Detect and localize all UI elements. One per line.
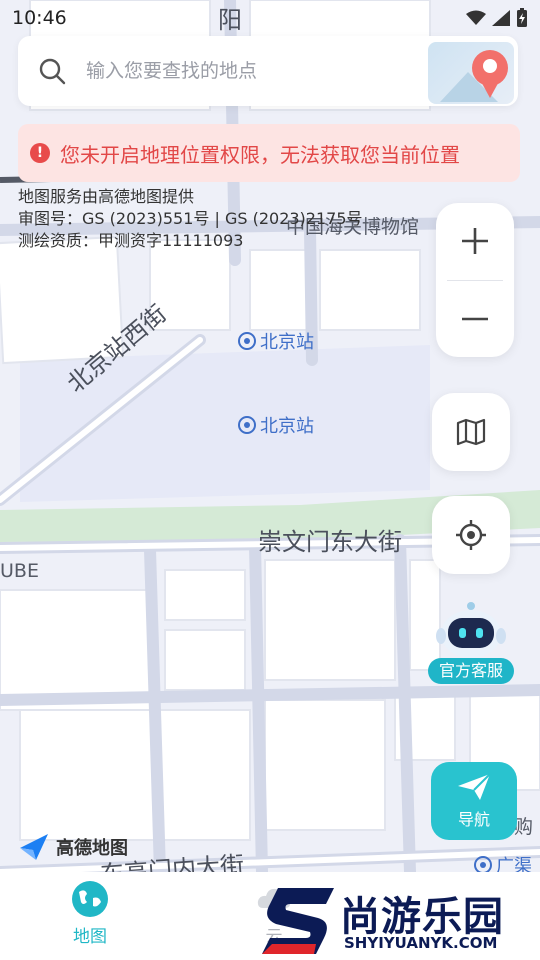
tab-map[interactable]: 地图 [60,880,120,947]
location-permission-alert[interactable]: ! 您未开启地理位置权限，无法获取您当前位置 [18,124,520,182]
zoom-controls [436,203,514,357]
search-input[interactable] [84,59,418,83]
attribution-line-3: 测绘资质：甲测资字11111093 [18,231,244,250]
screen: 阳 中国海关博物馆 北京站 北京站 北京站西街 崇文门东大街 UBE 东高门内大… [0,0,540,960]
guangqu-poi[interactable]: 广渠 [474,852,532,872]
plus-icon [462,228,488,255]
search-bar[interactable] [18,36,518,106]
navigate-button[interactable]: 导航 [431,762,517,840]
status-time: 10:46 [12,7,67,29]
locate-me-button[interactable] [432,496,510,574]
amap-logo: 高德地图 [18,832,128,862]
station-icon [238,332,256,350]
globe-icon [72,881,108,917]
map-icon [456,418,486,446]
map-pin-illustration [428,42,514,104]
status-icons [466,8,528,28]
map-attribution: 地图服务由高德地图提供 审图号：GS (2023)551号 | GS (2023… [18,186,363,252]
watermark-logo-icon [262,888,334,954]
crosshair-icon [456,520,486,550]
alert-circle-icon: ! [30,143,50,163]
search-icon [39,58,66,85]
customer-service-button[interactable]: 官方客服 [428,600,516,690]
send-arrow-icon [458,773,491,800]
watermark-url: SHYIYUANYK.COM [344,934,498,952]
station-label-center: 北京站 [260,416,314,437]
tab-map-label: 地图 [73,927,107,947]
amap-logo-text: 高德地图 [56,838,128,859]
street-label-ube: UBE [0,560,39,582]
station-poi-top[interactable]: 北京站 [238,328,314,354]
alert-message: 您未开启地理位置权限，无法获取您当前位置 [60,142,460,167]
robot-icon [436,602,506,658]
street-label-chongwen: 崇文门东大街 [258,528,402,556]
map-layer-button[interactable] [432,393,510,471]
status-bar: 10:46 [0,0,540,36]
navigate-label: 导航 [457,810,490,829]
customer-service-label: 官方客服 [428,658,514,684]
battery-icon [517,8,527,27]
location-pin-icon [440,50,508,102]
station-poi-center[interactable]: 北京站 [238,412,314,438]
signal-icon [492,10,510,26]
site-watermark: 尚游乐园 SHYIYUANYK.COM [258,882,540,960]
minus-icon [462,317,488,321]
wifi-icon [466,10,486,25]
guangqu-label: 广渠 [496,856,532,872]
zoom-in-button[interactable] [436,203,514,280]
zoom-out-button[interactable] [436,281,514,358]
amap-logo-icon [20,834,48,860]
station-label-top: 北京站 [260,332,314,353]
attribution-line-2: 审图号：GS (2023)551号 | GS (2023)2175号 [18,209,363,228]
station-icon [474,856,492,872]
location-pin-icon [238,416,256,434]
attribution-line-1: 地图服务由高德地图提供 [18,187,195,206]
